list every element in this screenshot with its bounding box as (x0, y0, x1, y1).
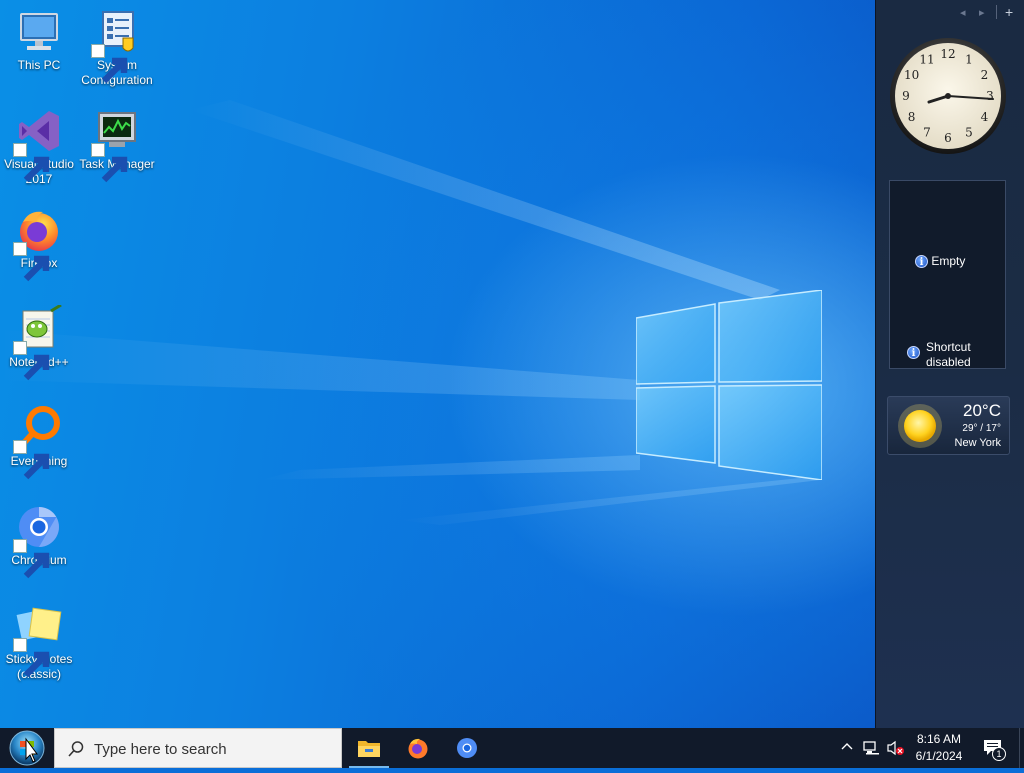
slideshow-status-text: Empty (931, 254, 966, 268)
desktop-icon-everything[interactable]: Everything (0, 404, 78, 480)
desktop-icon-sticky-notes[interactable]: Sticky Notes (classic) (0, 602, 78, 682)
visual-studio-icon (13, 107, 63, 183)
clock-numeral: 5 (965, 125, 973, 139)
windows-start-orb-icon (9, 730, 45, 766)
shortcut-arrow-icon (13, 242, 50, 282)
taskbar: Type here to search 8:16 AM 6/1/2024 1 (0, 728, 1024, 768)
shortcut-arrow-icon (91, 44, 128, 84)
this-pc-icon (15, 8, 63, 56)
sidebar-add-gadget-button[interactable]: + (1005, 4, 1013, 20)
clock-face: 12 12 3 45678 9 1011 (890, 38, 1006, 154)
weather-range: 29° / 17° (962, 423, 1001, 434)
clock-gadget[interactable]: 12 1 2 3 4 5 6 7 8 9 10 11 (889, 37, 1007, 155)
weather-city: New York (954, 437, 1001, 449)
desktop-icon-this-pc[interactable]: This PC (0, 8, 78, 73)
clock-numeral: 11 (919, 53, 934, 67)
info-icon: i (907, 346, 920, 359)
desktop-icon-firefox[interactable]: Firefox (0, 206, 78, 282)
search-placeholder: Type here to search (94, 741, 227, 758)
taskbar-date: 6/1/2024 (915, 749, 963, 763)
slideshow-gadget[interactable]: i Empty i Shortcut disabled (889, 180, 1006, 369)
clock-numeral: 3 (986, 89, 994, 103)
clock-numeral: 10 (904, 68, 919, 82)
desktop-icon-visual-studio[interactable]: Visual Studio 2017 (0, 107, 78, 187)
show-hidden-icons-button[interactable] (838, 728, 856, 768)
firefox-icon (408, 738, 428, 759)
clock-numeral: 4 (981, 110, 989, 124)
chevron-up-icon (841, 743, 853, 750)
sun-icon (898, 404, 942, 448)
weather-gadget[interactable]: 20°C 29° / 17° New York (887, 396, 1010, 455)
desktop-icon-label: This PC (17, 58, 61, 72)
slideshow-note-line2: disabled (926, 355, 971, 369)
slideshow-note-line1: Shortcut (926, 340, 971, 354)
shortcut-arrow-icon (13, 341, 50, 381)
firefox-icon (13, 206, 63, 282)
volume-tray-button[interactable] (884, 728, 906, 768)
notification-count-badge: 1 (992, 747, 1006, 761)
clock-numeral: 2 (981, 68, 989, 82)
sidebar-next-button[interactable]: ▸ (979, 6, 985, 19)
desktop-icon-task-manager[interactable]: Task Manager (78, 107, 156, 183)
file-explorer-icon (358, 741, 380, 757)
notepad-plus-plus-icon (13, 305, 63, 381)
clock-numeral: 7 (923, 125, 931, 139)
sticky-notes-icon (13, 602, 63, 678)
clock-numeral: 12 (940, 47, 955, 61)
taskbar-file-explorer[interactable] (345, 728, 393, 768)
taskbar-firefox[interactable] (394, 728, 442, 768)
clock-numeral: 6 (944, 131, 952, 145)
clock-numeral: 8 (908, 110, 916, 124)
start-button[interactable] (0, 728, 54, 768)
chromium-icon (13, 503, 63, 579)
shortcut-arrow-icon (13, 440, 50, 480)
clock-numeral: 1 (965, 53, 973, 67)
search-icon (68, 741, 84, 757)
clock-numeral: 9 (902, 89, 910, 103)
chromium-icon (457, 738, 477, 758)
shortcut-arrow-icon (91, 143, 128, 183)
desktop-icon-system-configuration[interactable]: System Configuration (78, 8, 156, 88)
desktop-icon-chromium[interactable]: Chromium (0, 503, 78, 579)
taskbar-time: 8:16 AM (916, 732, 962, 746)
weather-temperature: 20°C (963, 401, 1001, 420)
desktop-icon-notepad-plus-plus[interactable]: Notepad++ (0, 305, 78, 381)
sidebar-prev-button[interactable]: ◂ (960, 6, 966, 19)
sidebar-divider (996, 5, 997, 19)
action-center-button[interactable]: 1 (980, 728, 1010, 768)
slideshow-empty-message: i Empty (915, 254, 966, 269)
everything-icon (13, 404, 63, 480)
taskbar-chromium[interactable] (443, 728, 491, 768)
windows-logo-wallpaper (636, 290, 822, 480)
info-icon: i (915, 255, 928, 269)
show-desktop-button[interactable] (1019, 728, 1024, 768)
taskbar-clock[interactable]: 8:16 AM 6/1/2024 (908, 731, 970, 765)
network-icon (863, 741, 879, 755)
system-configuration-icon (91, 8, 141, 84)
taskbar-search-box[interactable]: Type here to search (54, 728, 342, 768)
volume-muted-icon (887, 740, 904, 756)
shortcut-arrow-icon (13, 638, 50, 678)
desktop[interactable]: This PC System Configuration Visual Stud… (0, 0, 875, 728)
network-tray-button[interactable] (860, 728, 882, 768)
task-manager-icon (91, 107, 141, 183)
shortcut-arrow-icon (13, 143, 50, 183)
shortcut-arrow-icon (13, 539, 50, 579)
